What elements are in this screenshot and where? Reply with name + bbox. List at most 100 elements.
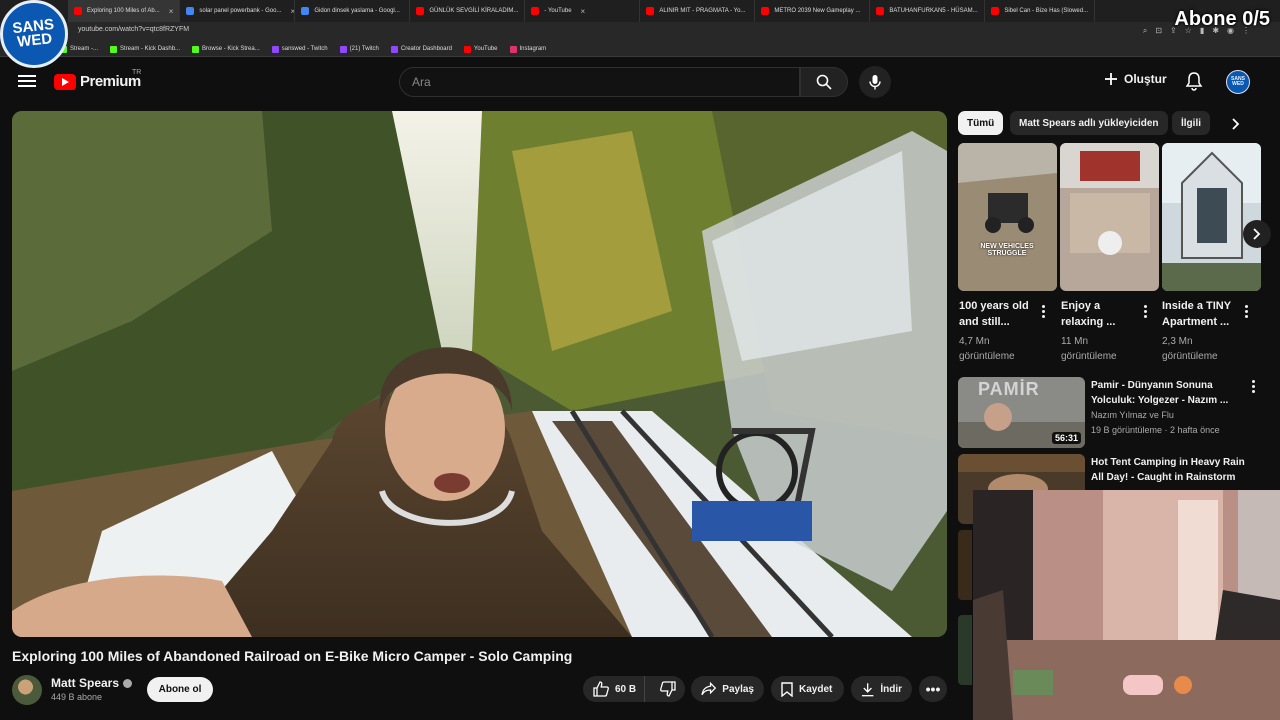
more-horizontal-icon: •••: [925, 681, 941, 697]
subscriber-count: 449 B abone: [51, 692, 103, 702]
bookmark-item[interactable]: Browse - Kick Strea...: [192, 45, 260, 53]
url-field[interactable]: youtube.com/watch?v=qtc8fRZYFM: [78, 26, 189, 33]
share-arrow-icon: [701, 682, 717, 696]
recommendation-thumbnail-partial[interactable]: [958, 615, 972, 685]
browser-tab[interactable]: solar panel powerbank - Goo... ×: [180, 0, 296, 22]
browser-tab[interactable]: Exploring 100 Miles of Ab... ×: [68, 0, 181, 22]
download-button[interactable]: İndir: [851, 676, 912, 702]
bookmark-item[interactable]: Stream -...: [60, 45, 98, 53]
search-input[interactable]: Ara: [399, 67, 800, 97]
bookmark-item[interactable]: sanswed - Twitch: [271, 45, 328, 53]
browser-tab[interactable]: - YouTube ×: [525, 0, 641, 22]
recommendation-options-icon[interactable]: [1252, 380, 1256, 395]
short-thumbnail[interactable]: NEW VEHICLES STRUGGLE: [958, 143, 1057, 291]
youtube-header: Premium TR Ara Oluştur SANS WED: [0, 58, 1280, 106]
shorts-next-button[interactable]: [1243, 220, 1271, 248]
bookmark-label: sanswed - Twitch: [281, 46, 328, 52]
recommendation-title[interactable]: Pamir - Dünyanın Sonuna Yolculuk: Yolgez…: [1091, 378, 1246, 408]
twitch-icon: [339, 45, 347, 53]
bookmarks-bar: Stream -... Stream - Kick Dashb... Brows…: [0, 42, 1280, 57]
search-icon: [816, 74, 832, 90]
short-overlay-text: NEW VEHICLES STRUGGLE: [980, 243, 1034, 257]
recommendation-thumbnail-partial[interactable]: [958, 530, 972, 600]
twitch-icon: [271, 45, 279, 53]
tab-label: GÜNLÜK SEVGİLİ KİRALADIM...: [429, 8, 519, 14]
browser-tab[interactable]: Gidon dinsek yaslama - Googl...×: [295, 0, 411, 22]
browser-tab[interactable]: Sibel Can - Bize Has (Slowed...×: [985, 0, 1096, 22]
browser-tab[interactable]: BATUHANFURKAN5 - HÜSAM...×: [870, 0, 986, 22]
youtube-play-icon: [54, 73, 76, 90]
like-count: 60 B: [615, 683, 637, 695]
video-player[interactable]: [12, 111, 947, 637]
channel-logo-badge: SANS WED: [0, 0, 68, 68]
short-title[interactable]: Enjoy a relaxing ...: [1061, 298, 1139, 330]
bookmark-item[interactable]: (21) Twitch: [339, 45, 379, 53]
tab-label: solar panel powerbank - Goo...: [199, 8, 282, 14]
hamburger-menu-icon[interactable]: [18, 72, 36, 90]
chevron-right-icon: [1253, 228, 1261, 240]
notifications-button[interactable]: [1185, 71, 1203, 96]
bookmark-icon: [781, 681, 793, 697]
youtube-favicon-icon: [761, 7, 770, 15]
bookmark-label: Stream - Kick Dashb...: [120, 46, 181, 52]
channel-avatar[interactable]: [12, 675, 42, 705]
recommendation-channel[interactable]: Nazım Yılmaz ve Flu: [1091, 410, 1174, 420]
short-views: 4,7 Mn görüntüleme: [959, 336, 1015, 362]
save-button[interactable]: Kaydet: [771, 676, 844, 702]
bookmark-label: Creator Dashboard: [400, 46, 452, 52]
short-title[interactable]: 100 years old and still...: [959, 298, 1037, 330]
search-button[interactable]: [800, 67, 848, 97]
create-button[interactable]: Oluştur: [1104, 72, 1167, 86]
chip-from-uploader[interactable]: Matt Spears adlı yükleyiciden: [1010, 111, 1168, 135]
zoom-icon[interactable]: ⌕: [1143, 26, 1147, 36]
bookmark-item[interactable]: Instagram: [509, 45, 546, 53]
bookmark-item[interactable]: Stream - Kick Dashb...: [110, 45, 181, 53]
short-image: [1162, 143, 1261, 291]
recommendation-thumbnail[interactable]: PAMİR 56:31: [958, 377, 1085, 448]
short-views: 2,3 Mn görüntüleme: [1162, 336, 1218, 362]
microphone-icon: [869, 75, 881, 90]
short-thumbnail[interactable]: [1060, 143, 1159, 291]
dislike-button[interactable]: [651, 676, 685, 702]
short-views: 11 Mn görüntüleme: [1061, 336, 1117, 362]
bookmark-item[interactable]: Creator Dashboard: [390, 45, 452, 53]
chip-all[interactable]: Tümü: [958, 111, 1004, 135]
chevron-right-icon[interactable]: [1232, 117, 1240, 135]
browser-tab[interactable]: METRO 2039 New Gameplay ...×: [755, 0, 871, 22]
short-options-icon[interactable]: [1144, 305, 1148, 320]
voice-search-button[interactable]: [859, 66, 891, 98]
close-tab-icon[interactable]: ×: [169, 7, 174, 16]
tab-label: Gidon dinsek yaslama - Googl...: [314, 8, 400, 14]
more-actions-button[interactable]: •••: [919, 676, 947, 702]
short-options-icon[interactable]: [1245, 305, 1249, 320]
thumbs-up-icon: [593, 681, 609, 697]
short-image: [1060, 143, 1159, 291]
install-icon[interactable]: ⊡: [1155, 26, 1162, 36]
account-avatar[interactable]: SANS WED: [1226, 70, 1250, 94]
browser-tab[interactable]: ALINIR MIT - PRAGMATA - Yo...×: [640, 0, 756, 22]
video-frame-image: [12, 111, 947, 637]
bookmark-item[interactable]: YouTube: [463, 45, 498, 53]
browser-tab-strip: Exploring 100 Miles of Ab... × solar pane…: [0, 0, 1280, 22]
bell-icon: [1185, 72, 1203, 91]
download-icon: [861, 682, 874, 696]
google-favicon-icon: [186, 7, 195, 15]
subscribe-button[interactable]: Abone ol: [147, 677, 213, 702]
bookmark-label: YouTube: [473, 46, 498, 52]
chip-related[interactable]: İlgili: [1172, 111, 1210, 135]
share-button[interactable]: Paylaş: [691, 676, 764, 702]
youtube-premium-logo[interactable]: Premium TR: [54, 69, 141, 90]
thumbs-down-icon: [660, 681, 676, 697]
logo-text: SANS WED: [11, 15, 55, 51]
short-thumbnail[interactable]: [1162, 143, 1261, 291]
plus-icon: [1105, 73, 1117, 85]
short-options-icon[interactable]: [1042, 305, 1046, 320]
short-title[interactable]: Inside a TINY Apartment ...: [1162, 298, 1240, 330]
region-code: TR: [132, 69, 142, 76]
channel-name[interactable]: Matt Spears: [51, 676, 133, 690]
address-bar: youtube.com/watch?v=qtc8fRZYFM ⌕ ⊡ ⇪ ☆ ▮…: [0, 22, 1280, 42]
webcam-image: [973, 490, 1280, 720]
browser-tab[interactable]: GÜNLÜK SEVGİLİ KİRALADIM...×: [410, 0, 526, 22]
close-tab-icon[interactable]: ×: [581, 7, 586, 16]
like-button[interactable]: 60 B: [583, 676, 646, 702]
